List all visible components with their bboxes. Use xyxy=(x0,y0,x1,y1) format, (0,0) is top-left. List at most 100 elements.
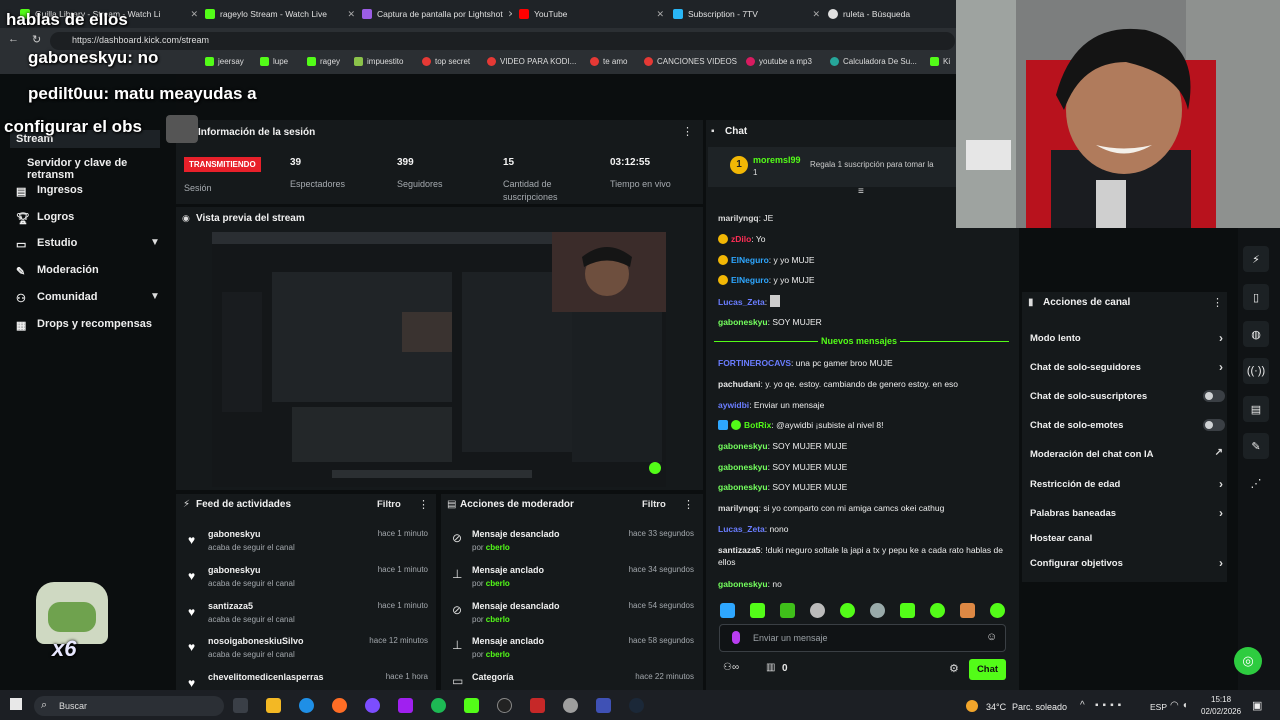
mod-item[interactable]: ⊘ Mensaje desanclado por cberlo hace 54 seg… xyxy=(450,598,700,634)
close-icon[interactable]: ✕ xyxy=(812,9,820,20)
reload-icon[interactable]: ↻ xyxy=(32,33,41,46)
notes-icon[interactable]: ▯ xyxy=(1243,284,1269,310)
bookmark[interactable]: VIDEO PARA KODI... xyxy=(487,57,576,66)
bookmark[interactable]: te amo xyxy=(590,57,627,66)
sidebar-item-comunidad[interactable]: ⚇ Comunidad xyxy=(16,291,98,305)
bookmark[interactable]: ragey xyxy=(307,57,340,66)
action-followers-only[interactable]: Chat de solo-seguidores › xyxy=(1030,360,1225,374)
sidebar-item-stream-key[interactable]: Servidor y clave de retransm xyxy=(27,157,176,181)
url-input[interactable]: https://dashboard.kick.com/stream xyxy=(50,32,955,50)
sidebar-item-estudio[interactable]: ▭ Estudio xyxy=(16,237,77,251)
obs-icon[interactable] xyxy=(497,698,512,713)
stream-preview-video[interactable] xyxy=(212,232,666,487)
app-icon[interactable] xyxy=(563,698,578,713)
browser-tab[interactable]: Subscription - 7TV ✕ xyxy=(673,4,820,24)
send-chat-button[interactable]: Chat xyxy=(969,659,1006,680)
feed-filter-button[interactable]: Filtro xyxy=(377,499,401,510)
action-host-channel[interactable]: Hostear canal xyxy=(1030,533,1225,544)
points-icon[interactable]: ⚇∞ xyxy=(723,662,739,673)
action-subscribers-only[interactable]: Chat de solo-suscriptores xyxy=(1030,390,1225,402)
back-icon[interactable]: ← xyxy=(8,33,19,45)
action-slow-mode[interactable]: Modo lento › xyxy=(1030,331,1225,345)
broadcast-icon[interactable]: ((·)) xyxy=(1243,358,1269,384)
bookmark[interactable]: top secret xyxy=(422,57,470,66)
steam-icon[interactable] xyxy=(629,698,644,713)
close-icon[interactable]: ✕ xyxy=(508,9,512,20)
sidebar-item-logros[interactable]: 🏆︎ Logros xyxy=(16,211,74,225)
app-icon[interactable] xyxy=(596,698,611,713)
settings-icon[interactable]: ⚙ xyxy=(949,662,959,675)
chat-input[interactable]: Enviar un mensaje xyxy=(753,633,828,643)
emote-icon[interactable] xyxy=(900,603,915,618)
emote-icon[interactable] xyxy=(930,603,945,618)
browser-tab[interactable]: YouTube ✕ xyxy=(519,4,664,24)
chevron-down-icon[interactable]: ▼ xyxy=(150,291,160,302)
bookmark[interactable]: Calculadora De Su... xyxy=(830,57,917,66)
bookmark[interactable]: jeersay xyxy=(205,57,244,66)
emote-icon[interactable] xyxy=(720,603,735,618)
sidebar-item-ingresos[interactable]: ▤ Ingresos xyxy=(16,184,83,198)
explorer-icon[interactable] xyxy=(266,698,281,713)
sidebar-item-drops[interactable]: ▦ Drops y recompensas xyxy=(16,318,152,332)
action-banned-words[interactable]: Palabras baneadas › xyxy=(1030,506,1225,520)
mod-filter-button[interactable]: Filtro xyxy=(642,499,666,510)
feed-item[interactable]: ♥ gaboneskyu acaba de seguir el canal hace … xyxy=(184,562,434,598)
firefox-icon[interactable] xyxy=(332,698,347,713)
network-volume-icons[interactable]: ◠◖ xyxy=(1170,700,1191,711)
scroll-icon[interactable]: ≡ xyxy=(858,186,864,197)
bookmark[interactable]: CANCIONES VIDEOS xyxy=(644,57,737,66)
tray-icons[interactable]: ▪▪▪▪ xyxy=(1095,700,1125,711)
sidebar-item-moderacion[interactable]: ✎ Moderación xyxy=(16,264,99,278)
close-icon[interactable]: ✕ xyxy=(347,9,355,20)
feed-item[interactable]: ♥ santizaza5 acaba de seguir el canal hace … xyxy=(184,598,434,634)
bookmark[interactable]: youtube a mp3 xyxy=(746,57,812,66)
kick-icon[interactable] xyxy=(464,698,479,713)
emote-icon[interactable] xyxy=(780,603,795,618)
task-view-icon[interactable] xyxy=(233,698,248,713)
mic-icon[interactable] xyxy=(732,631,740,644)
bookmark[interactable]: impuestito xyxy=(354,57,403,66)
start-icon[interactable] xyxy=(10,698,22,710)
action-ai-moderation[interactable]: Moderación del chat con IA ↗ xyxy=(1030,447,1225,460)
close-icon[interactable]: ✕ xyxy=(190,9,198,20)
mod-item[interactable]: ⊥ Mensaje anclado por cberlo hace 34 segund… xyxy=(450,562,700,598)
spotify-icon[interactable] xyxy=(431,698,446,713)
subscribers-only-toggle[interactable] xyxy=(1203,390,1225,402)
action-configure-goals[interactable]: Configurar objetivos › xyxy=(1030,556,1225,570)
emotes-only-toggle[interactable] xyxy=(1203,419,1225,431)
emote-icon[interactable] xyxy=(750,603,765,618)
discord-icon[interactable] xyxy=(365,698,380,713)
mod-item[interactable]: ⊘ Mensaje desanclado por cberlo hace 33 seg… xyxy=(450,526,700,562)
browser-tab[interactable]: rageylo Stream - Watch Live ✕ xyxy=(205,4,355,24)
edge-icon[interactable] xyxy=(299,698,314,713)
bookmark[interactable]: Ki xyxy=(930,57,950,66)
support-chat-icon[interactable]: ◎ xyxy=(1234,647,1262,675)
emote-icon[interactable] xyxy=(840,603,855,618)
chat-bubble-icon[interactable]: ◍ xyxy=(1243,321,1269,347)
close-icon[interactable]: ✕ xyxy=(656,9,664,20)
taskbar-search[interactable]: ⌕ Buscar xyxy=(34,696,224,716)
app-icon[interactable] xyxy=(530,698,545,713)
notifications-icon[interactable]: ▣ xyxy=(1252,699,1262,712)
action-age-restriction[interactable]: Restricción de edad › xyxy=(1030,477,1225,491)
action-emotes-only[interactable]: Chat de solo-emotes xyxy=(1030,419,1225,431)
more-options-icon[interactable]: ⋮ xyxy=(682,125,693,138)
browser-tab[interactable]: ruleta - Búsqueda xyxy=(828,4,953,24)
emote-icon[interactable] xyxy=(990,603,1005,618)
mod-item[interactable]: ⊥ Mensaje anclado por cberlo hace 58 segund… xyxy=(450,633,700,669)
tray-chevron-icon[interactable]: ^ xyxy=(1080,700,1085,711)
emote-icon[interactable] xyxy=(960,603,975,618)
chevron-down-icon[interactable]: ▼ xyxy=(150,237,160,248)
emoji-icon[interactable]: ☺ xyxy=(986,631,997,643)
wrench-icon[interactable]: ✎ xyxy=(1243,433,1269,459)
emote-icon[interactable] xyxy=(810,603,825,618)
browser-tab[interactable]: Captura de pantalla por Lightshot ✕ xyxy=(362,4,512,24)
emote-icon[interactable] xyxy=(870,603,885,618)
moderation-icon[interactable]: ▤ xyxy=(1243,396,1269,422)
more-options-icon[interactable]: ⋮ xyxy=(418,498,429,511)
feed-item[interactable]: ♥ nosoigaboneskiuSilvo acaba de seguir el … xyxy=(184,633,434,669)
feed-item[interactable]: ♥ gaboneskyu acaba de seguir el canal hace … xyxy=(184,526,434,562)
share-icon[interactable]: ⋰ xyxy=(1243,470,1269,496)
pinned-gift-banner[interactable]: 1 moremsl99 1 Regala 1 suscripción para … xyxy=(708,147,956,187)
flash-icon[interactable]: ⚡︎ xyxy=(1243,246,1269,272)
